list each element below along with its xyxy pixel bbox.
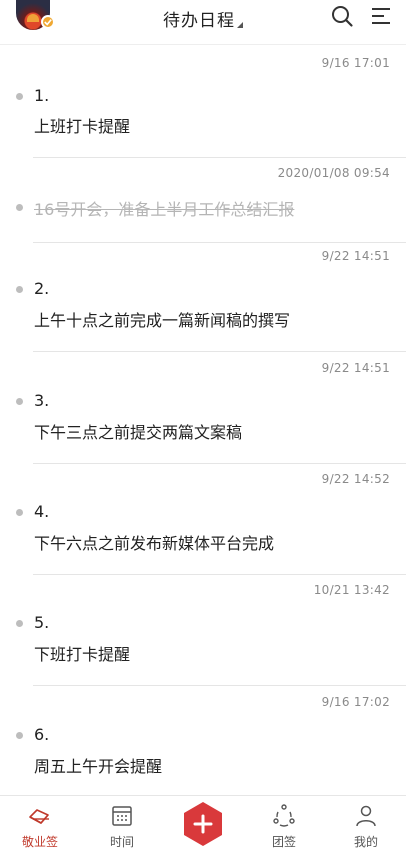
- item-number: 2.: [34, 279, 50, 298]
- nav-item-time[interactable]: 时间: [92, 796, 152, 851]
- item-number: 3.: [34, 391, 50, 410]
- menu-icon[interactable]: [369, 4, 393, 28]
- list-item[interactable]: 10/21 13:42 5. 下班打卡提醒: [0, 574, 406, 686]
- item-timestamp: 9/22 14:52: [321, 472, 390, 486]
- item-timestamp: 9/22 14:51: [321, 249, 390, 263]
- page-title: 待办日程: [163, 11, 235, 31]
- bullet-dot: [16, 93, 23, 100]
- nav-item-profile[interactable]: 我的: [336, 796, 396, 851]
- item-text: 上午十点之前完成一篇新闻稿的撰写: [34, 311, 291, 330]
- search-icon[interactable]: [330, 4, 354, 28]
- bullet-dot: [16, 286, 23, 293]
- bullet-dot: [16, 509, 23, 516]
- item-timestamp: 9/16 17:01: [321, 56, 390, 70]
- nav-label: 时间: [109, 835, 134, 849]
- item-timestamp: 9/22 14:51: [321, 361, 390, 375]
- add-icon[interactable]: [182, 801, 224, 847]
- item-text: 16号开会，准备上半月工作总结汇报: [34, 200, 295, 219]
- item-text: 下午六点之前发布新媒体平台完成: [34, 534, 275, 553]
- item-timestamp: 2020/01/08 09:54: [277, 166, 390, 180]
- list-item[interactable]: 9/22 14:51 2. 上午十点之前完成一篇新闻稿的撰写: [0, 243, 406, 353]
- nav-label: 我的: [353, 835, 378, 849]
- note-icon: [29, 809, 49, 824]
- item-number: 4.: [34, 502, 50, 521]
- calendar-icon: [112, 806, 132, 826]
- dropdown-caret-icon: [237, 22, 243, 28]
- team-icon: [273, 804, 295, 827]
- item-number: 6.: [34, 725, 50, 744]
- bullet-dot: [16, 732, 23, 739]
- todo-list: 9/16 17:01 1. 上班打卡提醒 2020/01/08 09:54 16…: [0, 44, 406, 794]
- item-timestamp: 9/16 17:02: [321, 695, 390, 709]
- nav-label: 敬业签: [21, 835, 58, 849]
- list-item[interactable]: 9/16 17:01 1. 上班打卡提醒: [0, 45, 406, 158]
- top-bar: 待办日程: [0, 0, 406, 36]
- item-text: 上班打卡提醒: [34, 117, 131, 136]
- item-timestamp: 10/21 13:42: [313, 583, 390, 597]
- list-item[interactable]: 9/16 17:02 6. 周五上午开会提醒: [0, 685, 406, 795]
- item-text: 周五上午开会提醒: [34, 757, 163, 776]
- bottom-nav: 敬业签 时间 团签 我的: [0, 795, 406, 851]
- item-text: 下午三点之前提交两篇文案稿: [34, 423, 243, 442]
- bullet-dot: [16, 398, 23, 405]
- list-item[interactable]: 9/22 14:51 3. 下午三点之前提交两篇文案稿: [0, 352, 406, 464]
- nav-label: 团签: [271, 835, 296, 849]
- item-text: 下班打卡提醒: [34, 645, 131, 664]
- list-item[interactable]: 9/22 14:52 4. 下午六点之前发布新媒体平台完成: [0, 463, 406, 575]
- item-number: 5.: [34, 613, 50, 632]
- list-item-completed[interactable]: 2020/01/08 09:54 16号开会，准备上半月工作总结汇报: [0, 158, 406, 243]
- profile-icon: [356, 805, 376, 827]
- bullet-dot: [16, 620, 23, 627]
- bullet-dot: [16, 204, 23, 211]
- nav-item-team[interactable]: 团签: [254, 796, 314, 851]
- item-number: 1.: [34, 86, 50, 105]
- nav-item-note[interactable]: 敬业签: [10, 796, 70, 851]
